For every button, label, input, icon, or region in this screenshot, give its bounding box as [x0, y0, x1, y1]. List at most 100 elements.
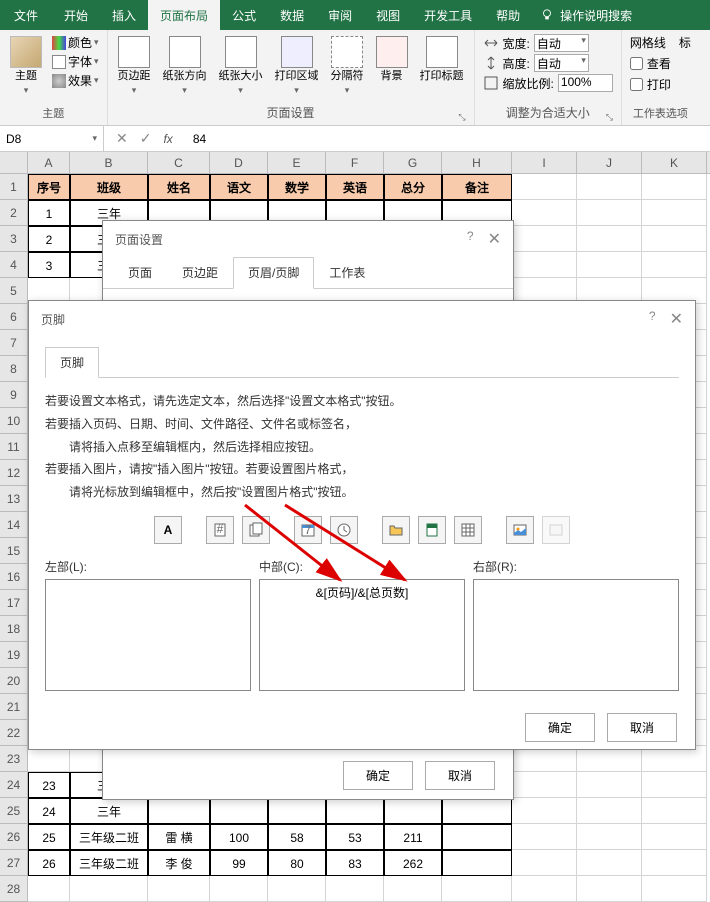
cell[interactable]: 99 [210, 850, 268, 876]
theme-fonts[interactable]: 字体▾ [52, 53, 99, 70]
col-header[interactable]: H [442, 152, 512, 173]
cell[interactable]: 262 [384, 850, 442, 876]
row-header[interactable]: 16 [0, 564, 28, 590]
cell[interactable] [577, 850, 642, 876]
footer-tab[interactable]: 页脚 [45, 347, 99, 378]
cell[interactable] [70, 876, 148, 902]
formula-input[interactable] [185, 126, 710, 151]
orientation-button[interactable]: 纸张方向▾ [161, 34, 209, 98]
page-setup-launcher-icon[interactable]: ⤡ [458, 112, 465, 123]
row-header[interactable]: 3 [0, 226, 28, 252]
cell[interactable] [577, 252, 642, 278]
cell[interactable] [642, 772, 707, 798]
cell[interactable] [210, 876, 268, 902]
row-header[interactable]: 4 [0, 252, 28, 278]
cell[interactable] [148, 876, 210, 902]
col-header[interactable]: I [512, 152, 577, 173]
cell[interactable] [577, 772, 642, 798]
cell[interactable] [512, 876, 577, 902]
row-header[interactable]: 7 [0, 330, 28, 356]
themes-button[interactable]: 主题 ▾ [8, 34, 44, 98]
footer-cancel-button[interactable]: 取消 [607, 713, 677, 742]
page-number-button[interactable]: # [206, 516, 234, 544]
col-header[interactable]: C [148, 152, 210, 173]
cell[interactable]: 姓名 [148, 174, 210, 200]
cell[interactable] [577, 798, 642, 824]
size-button[interactable]: 纸张大小▾ [217, 34, 265, 98]
insert-picture-button[interactable] [506, 516, 534, 544]
row-header[interactable]: 23 [0, 746, 28, 772]
cell[interactable] [512, 174, 577, 200]
row-header[interactable]: 21 [0, 694, 28, 720]
cell[interactable]: 三年级二班 [70, 850, 148, 876]
print-titles-button[interactable]: 打印标题 [418, 34, 466, 85]
height-input[interactable]: 自动▾ [534, 54, 589, 72]
gridlines-print-checkbox[interactable]: 打印 [630, 76, 671, 93]
cell[interactable] [642, 226, 707, 252]
row-header[interactable]: 2 [0, 200, 28, 226]
margins-button[interactable]: 页边距▾ [116, 34, 153, 98]
sheet-name-button[interactable] [454, 516, 482, 544]
breaks-button[interactable]: 分隔符▾ [329, 34, 366, 98]
cell[interactable] [577, 824, 642, 850]
row-header[interactable]: 25 [0, 798, 28, 824]
cell[interactable]: 序号 [28, 174, 70, 200]
select-all-corner[interactable] [0, 152, 28, 173]
name-box[interactable]: ▾ [0, 126, 104, 151]
cell[interactable]: 李 俊 [148, 850, 210, 876]
footer-right-input[interactable] [473, 579, 679, 691]
col-header[interactable]: G [384, 152, 442, 173]
cell[interactable] [642, 200, 707, 226]
cell[interactable]: 100 [210, 824, 268, 850]
col-header[interactable]: F [326, 152, 384, 173]
cell[interactable]: 雷 横 [148, 824, 210, 850]
tab-insert[interactable]: 插入 [100, 0, 148, 30]
time-button[interactable] [330, 516, 358, 544]
cell[interactable]: 3 [28, 252, 70, 278]
row-header[interactable]: 6 [0, 304, 28, 330]
cell[interactable] [442, 824, 512, 850]
row-header[interactable]: 19 [0, 642, 28, 668]
cell[interactable] [512, 226, 577, 252]
cell[interactable]: 24 [28, 798, 70, 824]
tab-view[interactable]: 视图 [364, 0, 412, 30]
cell[interactable] [512, 252, 577, 278]
help-icon[interactable]: ? [467, 229, 474, 249]
col-header[interactable]: K [642, 152, 707, 173]
cell[interactable] [642, 174, 707, 200]
cell[interactable] [442, 850, 512, 876]
tab-formulas[interactable]: 公式 [220, 0, 268, 30]
theme-colors[interactable]: 颜色▾ [52, 34, 99, 51]
width-input[interactable]: 自动▾ [534, 34, 589, 52]
cell[interactable] [28, 876, 70, 902]
tab-margins[interactable]: 页边距 [167, 257, 233, 288]
cell[interactable] [577, 174, 642, 200]
background-button[interactable]: 背景 [374, 34, 410, 85]
footer-titlebar[interactable]: 页脚 ? ✕ [29, 301, 695, 337]
cell[interactable]: 班级 [70, 174, 148, 200]
scale-launcher-icon[interactable]: ⤡ [606, 112, 613, 123]
cell[interactable]: 23 [28, 772, 70, 798]
format-picture-button[interactable] [542, 516, 570, 544]
row-header[interactable]: 8 [0, 356, 28, 382]
accept-formula-icon[interactable]: ✓ [140, 130, 152, 147]
row-header[interactable]: 27 [0, 850, 28, 876]
name-box-dropdown-icon[interactable]: ▾ [92, 133, 97, 144]
cell[interactable] [577, 876, 642, 902]
cell[interactable] [577, 226, 642, 252]
help-icon[interactable]: ? [649, 309, 656, 329]
cell[interactable] [577, 200, 642, 226]
cell[interactable]: 80 [268, 850, 326, 876]
cell[interactable] [384, 876, 442, 902]
print-area-button[interactable]: 打印区域▾ [273, 34, 321, 98]
tab-page-layout[interactable]: 页面布局 [148, 0, 220, 30]
name-box-input[interactable] [6, 132, 76, 146]
cell[interactable]: 总分 [384, 174, 442, 200]
row-header[interactable]: 20 [0, 668, 28, 694]
cell[interactable] [642, 798, 707, 824]
col-header[interactable]: D [210, 152, 268, 173]
page-setup-ok-button[interactable]: 确定 [343, 761, 413, 790]
cell[interactable]: 83 [326, 850, 384, 876]
row-header[interactable]: 11 [0, 434, 28, 460]
row-header[interactable]: 9 [0, 382, 28, 408]
